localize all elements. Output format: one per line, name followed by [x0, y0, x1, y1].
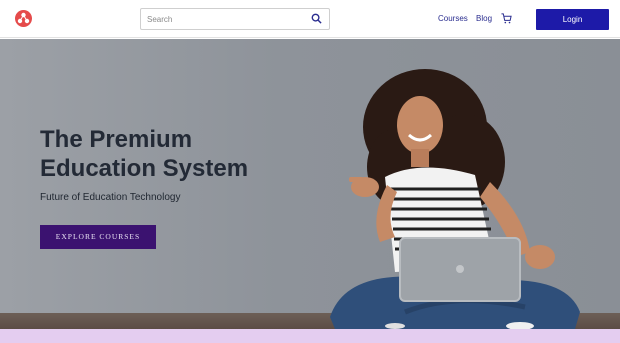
search-box — [140, 8, 330, 30]
search-input[interactable] — [141, 9, 306, 29]
hero-banner: The Premium Education System Future of E… — [0, 39, 620, 329]
hero-subtitle: Future of Education Technology — [40, 192, 181, 203]
student-with-laptop-image — [330, 69, 580, 329]
nav-blog-link[interactable]: Blog — [476, 14, 492, 23]
cart-icon[interactable] — [501, 13, 512, 24]
molecule-logo-icon[interactable] — [15, 10, 32, 27]
section-divider-band — [0, 329, 620, 343]
explore-courses-button[interactable]: EXPLORE COURSES — [40, 225, 156, 249]
nav-courses-link[interactable]: Courses — [438, 14, 468, 23]
hero-title: The Premium Education System — [40, 126, 249, 182]
login-button[interactable]: Login — [536, 9, 609, 30]
top-navbar: Courses Blog Login — [0, 0, 620, 38]
search-icon[interactable] — [311, 13, 322, 24]
